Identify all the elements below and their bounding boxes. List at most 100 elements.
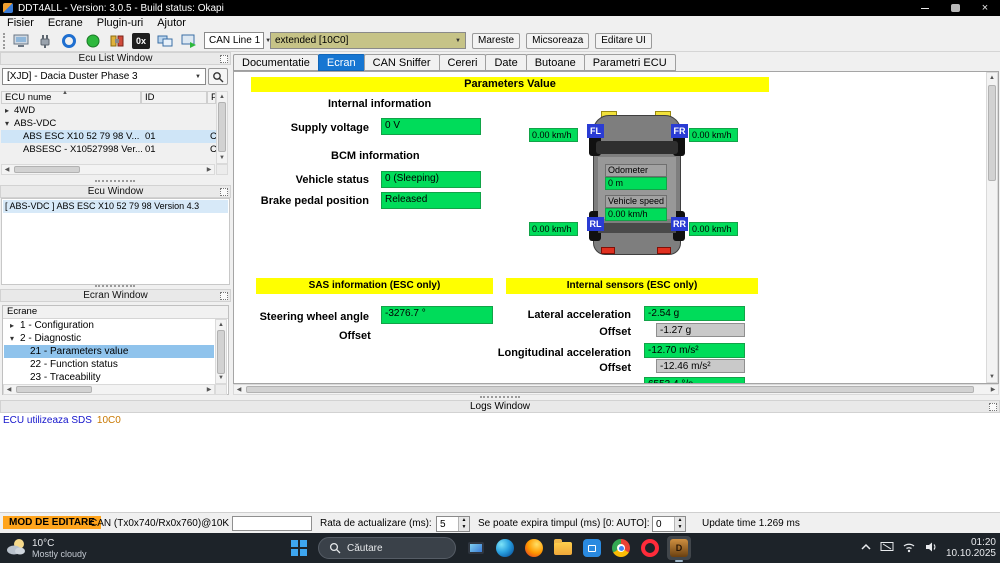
window-titlebar[interactable]: DDT4ALL - Version: 3.0.5 - Build status:…: [0, 0, 1000, 16]
scrollbar-thumb[interactable]: [246, 386, 974, 393]
monitor-icon[interactable]: [12, 32, 30, 50]
undock-icon[interactable]: [220, 55, 228, 63]
hex-mode-button[interactable]: 0x: [132, 33, 150, 49]
splitter-handle[interactable]: [95, 180, 135, 184]
screens-tree-header[interactable]: Ecrane: [3, 306, 228, 319]
task-view-icon[interactable]: [464, 536, 488, 560]
screen-tree-row[interactable]: 22 - Function status: [4, 358, 214, 371]
longitudinal-offset-field[interactable]: -12.46 m/s²: [656, 359, 745, 373]
screen-tree-row[interactable]: ▾ 2 - Diagnostic: [4, 332, 214, 345]
taskbar-search[interactable]: Căutare: [318, 537, 456, 559]
screens-hscrollbar[interactable]: ◀ ▶: [3, 384, 215, 395]
wifi-icon[interactable]: [902, 541, 916, 556]
scroll-left-icon[interactable]: ◀: [4, 385, 14, 395]
close-button[interactable]: ×: [970, 0, 1000, 16]
longitudinal-acceleration-field[interactable]: -12.70 m/s²: [644, 343, 745, 358]
hidden-icons-chevron[interactable]: [860, 542, 872, 555]
tab-parametri-ecu[interactable]: Parametri ECU: [584, 54, 676, 71]
supply-voltage-field[interactable]: 0 V: [381, 118, 481, 135]
wheel-speed-fl-field[interactable]: 0.00 km/h: [529, 128, 578, 142]
scroll-down-icon[interactable]: ▼: [216, 373, 226, 383]
scrollbar-thumb[interactable]: [14, 166, 80, 173]
firefox-icon[interactable]: [522, 536, 546, 560]
scroll-up-icon[interactable]: ▲: [217, 92, 227, 102]
display-off-icon[interactable]: [880, 541, 894, 556]
maximize-button[interactable]: [940, 0, 970, 16]
scroll-right-icon[interactable]: ▶: [204, 165, 214, 175]
ecu-list-vscrollbar[interactable]: ▲ ▼: [216, 91, 228, 164]
screen-tree-row[interactable]: ▸ 1 - Configuration: [4, 319, 214, 332]
scroll-up-icon[interactable]: ▲: [216, 320, 226, 330]
edge-icon[interactable]: [493, 536, 517, 560]
scroll-down-icon[interactable]: ▼: [987, 372, 997, 382]
file-explorer-icon[interactable]: [551, 536, 575, 560]
zoom-in-button[interactable]: Mareste: [472, 33, 520, 49]
chrome-icon[interactable]: [609, 536, 633, 560]
scrollbar-thumb[interactable]: [217, 330, 225, 374]
store-icon[interactable]: [580, 536, 604, 560]
column-header-ecu-name[interactable]: ECU nume: [1, 91, 141, 104]
taskbar-clock[interactable]: 01:20 10.10.2025: [946, 537, 996, 559]
refresh-rate-spinner[interactable]: 5 ▲ ▼: [436, 516, 470, 532]
timeout-spinner[interactable]: 0 ▲ ▼: [652, 516, 686, 532]
spin-down-icon[interactable]: ▼: [674, 524, 685, 531]
ecu-list-hscrollbar[interactable]: ◀ ▶: [1, 164, 215, 175]
zoom-out-button[interactable]: Micsoreaza: [526, 33, 589, 49]
ddt4all-taskbar-icon[interactable]: D: [667, 536, 691, 560]
undock-icon[interactable]: [220, 188, 228, 196]
scroll-left-icon[interactable]: ◀: [2, 165, 12, 175]
yaw-rate-field[interactable]: 6553.4 °/s: [644, 377, 745, 384]
chevron-down-icon[interactable]: ▾: [10, 332, 14, 345]
vehicle-select[interactable]: [XJD] - Dacia Duster Phase 3 ▼: [2, 68, 206, 85]
screen-tree-row-selected[interactable]: 21 - Parameters value: [4, 345, 214, 358]
menu-ajutor[interactable]: Ajutor: [150, 16, 193, 30]
lateral-acceleration-field[interactable]: -2.54 g: [644, 306, 745, 321]
screen-select[interactable]: extended [10C0] ▼: [270, 32, 466, 49]
scroll-down-icon[interactable]: ▼: [217, 153, 227, 163]
ecu-tree-row[interactable]: ABSESC - X10527998 Ver... 01 C: [1, 143, 216, 156]
chevron-down-icon[interactable]: ▾: [5, 117, 9, 130]
scrollbar-thumb[interactable]: [16, 386, 92, 393]
column-header-protocol[interactable]: P: [207, 91, 216, 104]
dual-screen-icon[interactable]: [156, 32, 174, 50]
weather-widget[interactable]: 10°C Mostly cloudy: [4, 536, 87, 560]
wiring-icon[interactable]: [108, 32, 126, 50]
ecu-tree-row[interactable]: ▸ 4WD: [1, 104, 216, 117]
connect-status-icon[interactable]: [84, 32, 102, 50]
lateral-offset-field[interactable]: -1.27 g: [656, 323, 745, 337]
screen-run-icon[interactable]: [180, 32, 198, 50]
can-line-select[interactable]: CAN Line 1 ▼: [204, 32, 264, 49]
tab-cereri[interactable]: Cereri: [439, 54, 487, 71]
chevron-right-icon[interactable]: ▸: [10, 319, 14, 332]
plug-icon[interactable]: [36, 32, 54, 50]
opera-icon[interactable]: [638, 536, 662, 560]
scroll-right-icon[interactable]: ▶: [204, 385, 214, 395]
scroll-right-icon[interactable]: ▶: [988, 385, 998, 395]
screen-tree-row[interactable]: 23 - Traceability: [4, 371, 214, 384]
start-button[interactable]: [290, 539, 308, 560]
obd-ring-icon[interactable]: [60, 32, 78, 50]
spin-up-icon[interactable]: ▲: [674, 517, 685, 524]
status-input[interactable]: [232, 516, 312, 531]
odometer-field[interactable]: 0 m: [605, 177, 667, 190]
content-hscrollbar[interactable]: ◀ ▶: [233, 384, 999, 395]
tab-date[interactable]: Date: [485, 54, 526, 71]
edit-ui-button[interactable]: Editare UI: [595, 33, 651, 49]
menu-pluginuri[interactable]: Plugin-uri: [90, 16, 150, 30]
spin-down-icon[interactable]: ▼: [458, 524, 469, 531]
scrollbar-thumb[interactable]: [218, 102, 226, 152]
undock-icon[interactable]: [220, 292, 228, 300]
ecu-tree-row[interactable]: ▾ ABS-VDC: [1, 117, 216, 130]
column-header-id[interactable]: ID: [141, 91, 207, 104]
brake-pedal-field[interactable]: Released: [381, 192, 481, 209]
tab-can-sniffer[interactable]: CAN Sniffer: [364, 54, 440, 71]
menu-ecrane[interactable]: Ecrane: [41, 16, 90, 30]
spin-up-icon[interactable]: ▲: [458, 517, 469, 524]
selected-ecu-item[interactable]: [ ABS-VDC ] ABS ESC X10 52 79 98 Version…: [3, 200, 228, 213]
scroll-left-icon[interactable]: ◀: [234, 385, 244, 395]
scrollbar-thumb[interactable]: [988, 85, 996, 181]
menu-fisier[interactable]: Fisier: [0, 16, 41, 30]
undock-icon[interactable]: [989, 403, 997, 411]
screens-vscrollbar[interactable]: ▲ ▼: [215, 319, 227, 384]
toolbar-grip[interactable]: [3, 33, 6, 49]
